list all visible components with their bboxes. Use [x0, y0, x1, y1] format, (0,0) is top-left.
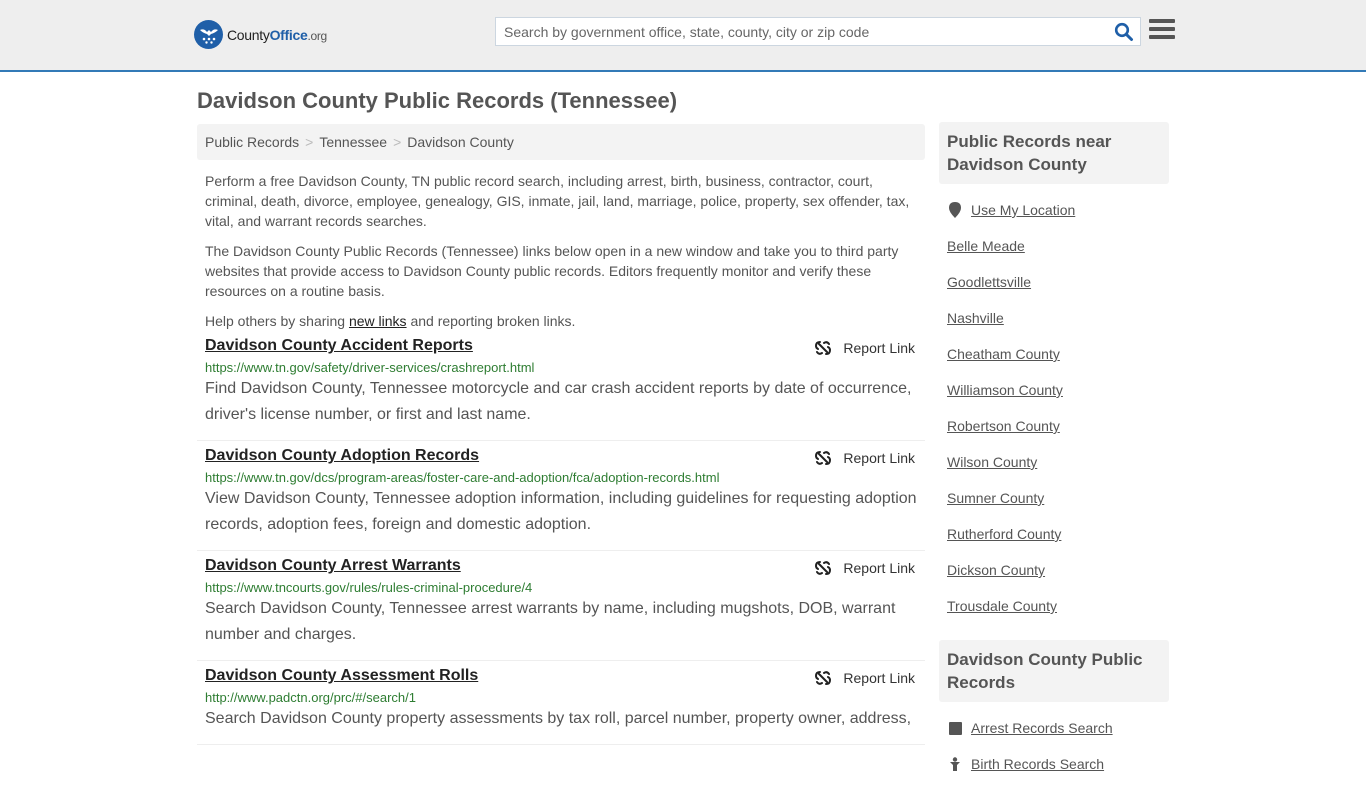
nearby-item: Belle Meade	[947, 228, 1161, 264]
breadcrumb-tennessee[interactable]: Tennessee	[319, 134, 387, 150]
nearby-records-list: Use My Location Belle Meade Goodlettsvil…	[939, 184, 1169, 632]
report-link-label: Report Link	[843, 560, 915, 576]
nearby-item: Goodlettsville	[947, 264, 1161, 300]
record-url-link[interactable]: https://www.tncourts.gov/rules/rules-cri…	[205, 580, 917, 595]
nearby-link-nashville[interactable]: Nashville	[947, 310, 1004, 326]
nearby-link-goodlettsville[interactable]: Goodlettsville	[947, 274, 1031, 290]
new-links-link[interactable]: new links	[349, 313, 407, 329]
record-description: Find Davidson County, Tennessee motorcyc…	[205, 380, 912, 423]
search-input[interactable]	[496, 18, 1108, 45]
intro-text-fragment: Help others by sharing	[205, 313, 349, 329]
report-link-button[interactable]: Report Link	[815, 450, 915, 466]
site-header: CountyOffice.org	[0, 0, 1366, 72]
main-content: Public Records > Tennessee > Davidson Co…	[197, 124, 925, 745]
record-item: Davidson County Adoption Records Report …	[197, 441, 925, 551]
record-title-link[interactable]: Davidson County Accident Reports	[205, 337, 473, 355]
county-record-item: Birth Records Search	[947, 746, 1161, 782]
nearby-item: Rutherford County	[947, 516, 1161, 552]
breadcrumb: Public Records > Tennessee > Davidson Co…	[197, 124, 925, 160]
breadcrumb-current: Davidson County	[407, 134, 514, 150]
use-my-location-link[interactable]: Use My Location	[971, 202, 1075, 218]
report-link-label: Report Link	[843, 450, 915, 466]
nearby-link-robertson-county[interactable]: Robertson County	[947, 418, 1060, 434]
broken-link-icon	[815, 451, 832, 465]
report-link-button[interactable]: Report Link	[815, 670, 915, 686]
breadcrumb-separator: >	[305, 134, 314, 150]
nearby-link-belle-meade[interactable]: Belle Meade	[947, 238, 1025, 254]
breadcrumb-public-records[interactable]: Public Records	[205, 134, 299, 150]
intro-paragraph-1: Perform a free Davidson County, TN publi…	[205, 173, 910, 229]
nearby-link-williamson-county[interactable]: Williamson County	[947, 382, 1063, 398]
logo-tld: .org	[307, 28, 327, 43]
intro-text: Perform a free Davidson County, TN publi…	[197, 171, 925, 331]
report-link-button[interactable]: Report Link	[815, 340, 915, 356]
report-link-label: Report Link	[843, 670, 915, 686]
intro-paragraph-2: The Davidson County Public Records (Tenn…	[205, 243, 899, 299]
intro-text-fragment: and reporting broken links.	[406, 313, 576, 329]
broken-link-icon	[815, 671, 832, 685]
record-item: Davidson County Arrest Warrants Report L…	[197, 551, 925, 661]
county-records-heading: Davidson County Public Records	[939, 640, 1169, 702]
record-title-link[interactable]: Davidson County Arrest Warrants	[205, 557, 461, 575]
birth-records-search-link[interactable]: Birth Records Search	[971, 756, 1104, 772]
search-box	[495, 17, 1141, 46]
nearby-link-wilson-county[interactable]: Wilson County	[947, 454, 1037, 470]
nearby-item: Robertson County	[947, 408, 1161, 444]
nearby-item: Trousdale County	[947, 588, 1161, 624]
report-link-label: Report Link	[843, 340, 915, 356]
nearby-link-cheatham-county[interactable]: Cheatham County	[947, 346, 1060, 362]
broken-link-icon	[815, 561, 832, 575]
breadcrumb-separator: >	[393, 134, 402, 150]
record-item: Davidson County Assessment Rolls Report …	[197, 661, 925, 745]
record-url-link[interactable]: https://www.tn.gov/safety/driver-service…	[205, 360, 917, 375]
sidebar: Public Records near Davidson County Use …	[939, 122, 1169, 790]
nearby-item: Sumner County	[947, 480, 1161, 516]
logo-text: CountyOffice.org	[227, 27, 327, 43]
logo-name-bold: Office	[269, 26, 308, 43]
nearby-item: Wilson County	[947, 444, 1161, 480]
broken-link-icon	[815, 341, 832, 355]
nearby-item: Nashville	[947, 300, 1161, 336]
report-link-button[interactable]: Report Link	[815, 560, 915, 576]
eagle-logo-icon	[194, 20, 223, 49]
menu-bar-icon	[1149, 27, 1175, 31]
hamburger-menu-button[interactable]	[1149, 19, 1175, 43]
county-records-list: Arrest Records Search Birth Records Sear…	[939, 702, 1169, 790]
nearby-item: Williamson County	[947, 372, 1161, 408]
record-title-link[interactable]: Davidson County Assessment Rolls	[205, 667, 478, 685]
square-icon	[947, 721, 963, 735]
menu-bar-icon	[1149, 35, 1175, 39]
record-url-link[interactable]: https://www.tn.gov/dcs/program-areas/fos…	[205, 470, 917, 485]
nearby-link-rutherford-county[interactable]: Rutherford County	[947, 526, 1061, 542]
nearby-records-heading: Public Records near Davidson County	[939, 122, 1169, 184]
record-description: Search Davidson County, Tennessee arrest…	[205, 600, 896, 643]
arrest-records-search-link[interactable]: Arrest Records Search	[971, 720, 1113, 736]
nearby-link-sumner-county[interactable]: Sumner County	[947, 490, 1044, 506]
record-description: View Davidson County, Tennessee adoption…	[205, 490, 917, 533]
intro-paragraph-3: Help others by sharing new links and rep…	[205, 311, 917, 331]
record-description: Search Davidson County property assessme…	[205, 710, 912, 727]
nearby-link-dickson-county[interactable]: Dickson County	[947, 562, 1045, 578]
county-record-item: Arrest Records Search	[947, 710, 1161, 746]
nearby-link-trousdale-county[interactable]: Trousdale County	[947, 598, 1057, 614]
use-my-location-item: Use My Location	[947, 192, 1161, 228]
logo-name: County	[227, 26, 270, 43]
nearby-item: Cheatham County	[947, 336, 1161, 372]
map-marker-icon	[947, 202, 963, 218]
nearby-item: Dickson County	[947, 552, 1161, 588]
record-url-link[interactable]: http://www.padctn.org/prc/#/search/1	[205, 690, 917, 705]
record-item: Davidson County Accident Reports Report …	[197, 331, 925, 441]
menu-bar-icon	[1149, 19, 1175, 23]
record-title-link[interactable]: Davidson County Adoption Records	[205, 447, 479, 465]
baby-icon	[947, 757, 963, 771]
site-logo[interactable]: CountyOffice.org	[194, 20, 327, 49]
page-title: Davidson County Public Records (Tennesse…	[197, 88, 678, 113]
search-icon	[1114, 22, 1133, 41]
search-button[interactable]	[1108, 18, 1140, 45]
